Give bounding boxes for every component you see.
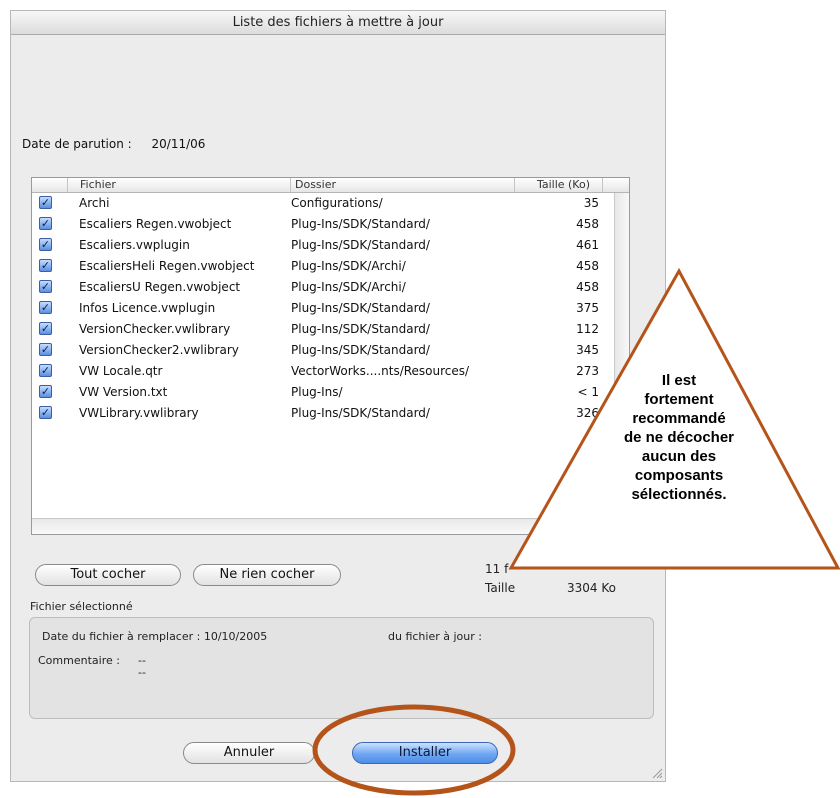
file-name: VersionChecker.vwlibrary	[79, 322, 231, 336]
warning-line: de ne décocher	[623, 429, 735, 446]
checkbox-checked-icon[interactable]: ✓	[39, 280, 52, 293]
list-header: Fichier Dossier Taille (Ko)	[32, 178, 629, 193]
date-to-replace: Date du fichier à remplacer : 10/10/2005	[42, 630, 268, 643]
file-size: 273	[576, 364, 599, 378]
release-date-value: 20/11/06	[151, 137, 206, 151]
file-name: Escaliers.vwplugin	[79, 238, 190, 252]
column-check[interactable]	[32, 178, 67, 192]
file-name: EscaliersU Regen.vwobject	[79, 280, 241, 294]
checkbox-checked-icon[interactable]: ✓	[39, 301, 52, 314]
file-size: 35	[583, 196, 599, 210]
release-date-row: Date de parution : 20/11/06	[22, 137, 205, 151]
checkbox-checked-icon[interactable]: ✓	[39, 217, 52, 230]
checkbox-checked-icon[interactable]: ✓	[39, 196, 52, 209]
horizontal-scrollbar[interactable]	[32, 518, 629, 534]
table-row[interactable]: ✓ Infos Licence.vwplugin Plug-Ins/SDK/St…	[32, 298, 629, 319]
warning-note: Il est fortement recommandé de ne décoch…	[598, 371, 760, 504]
file-size: 461	[576, 238, 599, 252]
resize-grip-icon[interactable]	[651, 767, 663, 779]
date-updated-label: du fichier à jour :	[388, 630, 482, 643]
file-size: 458	[576, 259, 599, 273]
file-name: VWLibrary.vwlibrary	[79, 406, 199, 420]
table-row[interactable]: ✓ VersionChecker.vwlibrary Plug-Ins/SDK/…	[32, 319, 629, 340]
folder-path: Plug-Ins/SDK/Standard/	[291, 322, 430, 336]
selected-file-section-label: Fichier sélectionné	[30, 600, 133, 613]
folder-path: VectorWorks....nts/Resources/	[291, 364, 470, 378]
checkbox-checked-icon[interactable]: ✓	[39, 364, 52, 377]
folder-path: Plug-Ins/SDK/Archi/	[291, 280, 406, 294]
file-size: 326	[576, 406, 599, 420]
folder-path: Configurations/	[291, 196, 383, 210]
warning-line: aucun des	[641, 448, 717, 465]
folder-path: Plug-Ins/SDK/Standard/	[291, 238, 430, 252]
table-row[interactable]: ✓ VersionChecker2.vwlibrary Plug-Ins/SDK…	[32, 340, 629, 361]
file-size: 345	[576, 343, 599, 357]
file-name: Infos Licence.vwplugin	[79, 301, 216, 315]
warning-line: composants	[634, 467, 724, 484]
check-all-button[interactable]: Tout cocher	[35, 564, 181, 586]
column-size[interactable]: Taille (Ko)	[514, 178, 602, 192]
release-date-label: Date de parution :	[22, 137, 132, 151]
file-name: VW Version.txt	[79, 385, 168, 399]
checkbox-checked-icon[interactable]: ✓	[39, 259, 52, 272]
file-size: 375	[576, 301, 599, 315]
file-count: 11 f	[485, 562, 509, 576]
file-name: VW Locale.qtr	[79, 364, 163, 378]
comment-line-2: --	[138, 666, 146, 679]
warning-line: fortement	[644, 391, 714, 408]
comment-label: Commentaire :	[38, 654, 120, 667]
update-files-dialog: Liste des fichiers à mettre à jour Date …	[10, 10, 666, 782]
file-name: VersionChecker2.vwlibrary	[79, 343, 239, 357]
file-size: 458	[576, 280, 599, 294]
folder-path: Plug-Ins/SDK/Standard/	[291, 406, 430, 420]
checkbox-checked-icon[interactable]: ✓	[39, 343, 52, 356]
table-row[interactable]: ✓ EscaliersU Regen.vwobject Plug-Ins/SDK…	[32, 277, 629, 298]
checkbox-checked-icon[interactable]: ✓	[39, 406, 52, 419]
check-none-button[interactable]: Ne rien cocher	[193, 564, 341, 586]
folder-path: Plug-Ins/	[291, 385, 343, 399]
checkbox-checked-icon[interactable]: ✓	[39, 322, 52, 335]
warning-line: recommandé	[632, 410, 726, 427]
file-list[interactable]: Fichier Dossier Taille (Ko) ✓ Archi Conf…	[31, 177, 630, 535]
file-size: < 1	[577, 385, 599, 399]
install-button[interactable]: Installer	[352, 742, 498, 764]
warning-line: Il est	[661, 372, 697, 389]
folder-path: Plug-Ins/SDK/Archi/	[291, 259, 406, 273]
cancel-button[interactable]: Annuler	[183, 742, 315, 764]
table-row[interactable]: ✓ VWLibrary.vwlibrary Plug-Ins/SDK/Stand…	[32, 403, 629, 424]
checkbox-checked-icon[interactable]: ✓	[39, 385, 52, 398]
table-row[interactable]: ✓ EscaliersHeli Regen.vwobject Plug-Ins/…	[32, 256, 629, 277]
file-name: Archi	[79, 196, 110, 210]
column-file[interactable]: Fichier	[67, 178, 290, 192]
warning-line: sélectionnés.	[631, 486, 727, 503]
table-row[interactable]: ✓ Archi Configurations/ 35	[32, 193, 629, 214]
table-row[interactable]: ✓ Escaliers Regen.vwobject Plug-Ins/SDK/…	[32, 214, 629, 235]
folder-path: Plug-Ins/SDK/Standard/	[291, 217, 430, 231]
total-size-value: 3304 Ko	[567, 581, 616, 595]
selected-file-panel: Date du fichier à remplacer : 10/10/2005…	[29, 617, 654, 719]
folder-path: Plug-Ins/SDK/Standard/	[291, 301, 430, 315]
file-size: 112	[576, 322, 599, 336]
table-row[interactable]: ✓ VW Locale.qtr VectorWorks....nts/Resou…	[32, 361, 629, 382]
file-name: Escaliers Regen.vwobject	[79, 217, 232, 231]
column-spacer	[602, 178, 629, 192]
table-row[interactable]: ✓ Escaliers.vwplugin Plug-Ins/SDK/Standa…	[32, 235, 629, 256]
file-name: EscaliersHeli Regen.vwobject	[79, 259, 255, 273]
checkbox-checked-icon[interactable]: ✓	[39, 238, 52, 251]
file-size: 458	[576, 217, 599, 231]
total-size-label: Taille	[485, 581, 516, 595]
column-folder[interactable]: Dossier	[290, 178, 514, 192]
table-row[interactable]: ✓ VW Version.txt Plug-Ins/ < 1	[32, 382, 629, 403]
folder-path: Plug-Ins/SDK/Standard/	[291, 343, 430, 357]
window-title: Liste des fichiers à mettre à jour	[11, 11, 665, 35]
